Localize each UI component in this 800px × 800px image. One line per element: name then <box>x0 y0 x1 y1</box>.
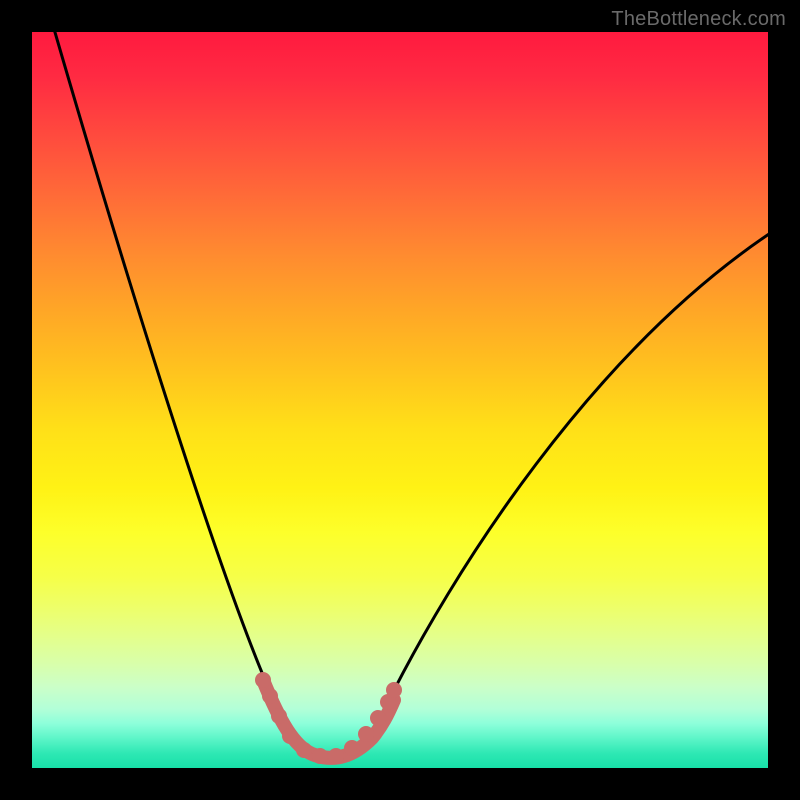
plot-area <box>32 32 768 768</box>
optimal-band-dots <box>255 672 402 764</box>
chart-svg <box>32 32 768 768</box>
watermark-text: TheBottleneck.com <box>611 8 786 31</box>
chart-frame: TheBottleneck.com <box>0 0 800 800</box>
bottleneck-curve <box>52 32 768 758</box>
